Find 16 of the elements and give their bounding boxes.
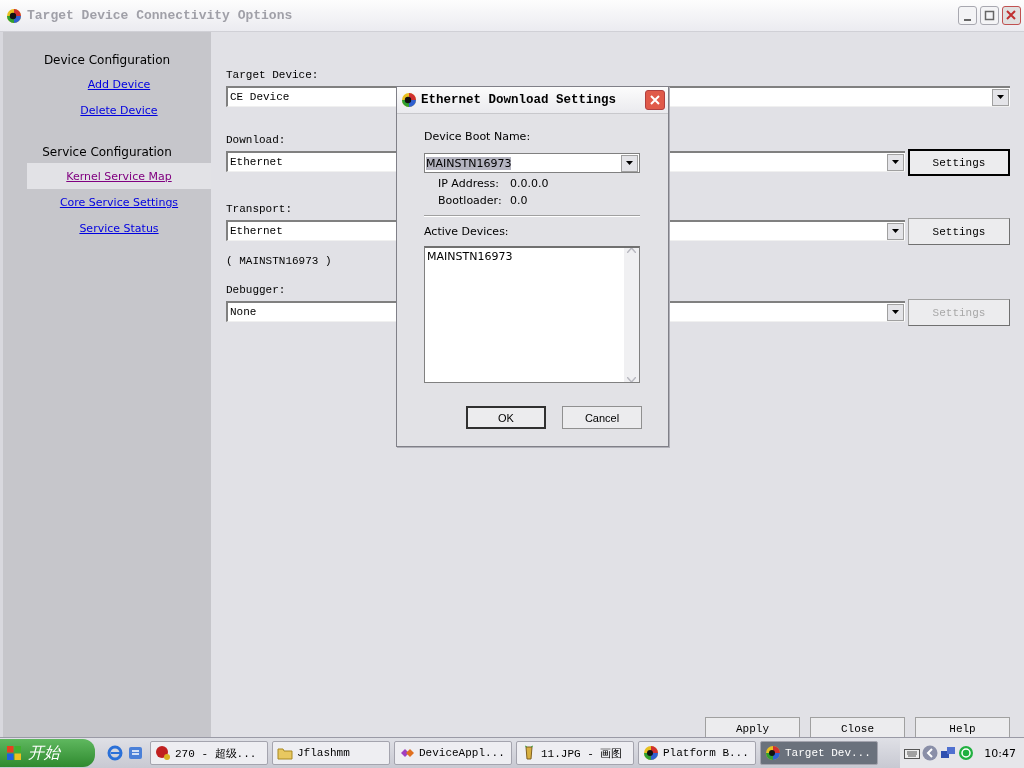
bootloader-version-value: 0.0 [510,194,528,207]
field-label: Device Boot Name: [424,130,532,143]
field-label: Transport: [226,203,292,215]
field-label: IP Address: [438,177,500,190]
section-heading: Device Configuration [42,53,172,67]
window-title: Target Device Connectivity Options [27,8,294,23]
dialog-title: Ethernet Download Settings [421,93,618,107]
ip-address-value: 0.0.0.0 [510,177,549,190]
device-name-text: ( MAINSTN16973 ) [226,255,332,267]
section-heading: Service Configuration [41,145,173,159]
field-label: Active Devices: [424,225,510,238]
field-label: Bootloader: [438,194,503,207]
clock-text: 10:47 [984,746,1016,760]
field-label: Debugger: [226,284,286,296]
field-label: Download: [226,134,286,146]
field-label: Target Device: [226,69,319,81]
